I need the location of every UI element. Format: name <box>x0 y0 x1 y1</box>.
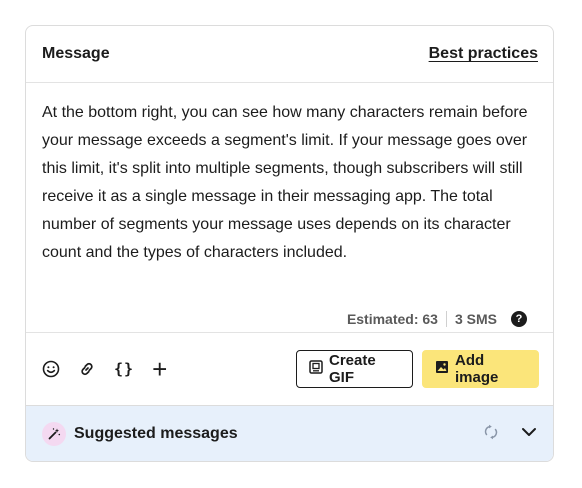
create-gif-label: Create GIF <box>329 352 376 386</box>
suggested-messages-title: Suggested messages <box>42 422 238 446</box>
variable-braces-icon[interactable]: {} <box>114 360 134 378</box>
sms-count: 3 SMS <box>454 311 497 327</box>
suggested-messages-bar[interactable]: Suggested messages <box>26 405 553 461</box>
magic-wand-icon <box>42 422 66 446</box>
message-toolbar: {} + Create GIF Add image <box>26 333 553 405</box>
chevron-down-icon[interactable] <box>521 425 537 443</box>
link-icon[interactable] <box>78 360 96 378</box>
refresh-icon[interactable] <box>483 423 499 446</box>
image-icon <box>435 360 449 378</box>
message-body-text[interactable]: At the bottom right, you can see how man… <box>42 99 538 267</box>
estimated-count: Estimated: 63 <box>346 311 438 327</box>
gif-icon <box>309 360 323 378</box>
add-icon[interactable]: + <box>152 356 167 382</box>
create-gif-button[interactable]: Create GIF <box>296 350 413 388</box>
message-editor[interactable]: At the bottom right, you can see how man… <box>26 83 553 333</box>
counter-divider <box>445 311 447 327</box>
message-title: Message <box>42 45 110 62</box>
help-icon[interactable]: ? <box>511 311 527 327</box>
character-counter: Estimated: 63 3 SMS ? <box>347 311 527 327</box>
message-header: Message Best practices <box>26 26 553 83</box>
suggested-messages-label: Suggested messages <box>74 425 238 442</box>
toolbar-icons: {} + <box>42 356 167 382</box>
add-image-label: Add image <box>455 352 499 386</box>
suggested-actions <box>483 423 537 446</box>
toolbar-buttons: Create GIF Add image <box>296 350 539 388</box>
emoji-icon[interactable] <box>42 360 60 378</box>
message-composer-card: Message Best practices At the bottom rig… <box>25 25 554 462</box>
best-practices-link[interactable]: Best practices <box>429 45 538 63</box>
add-image-button[interactable]: Add image <box>422 350 539 388</box>
